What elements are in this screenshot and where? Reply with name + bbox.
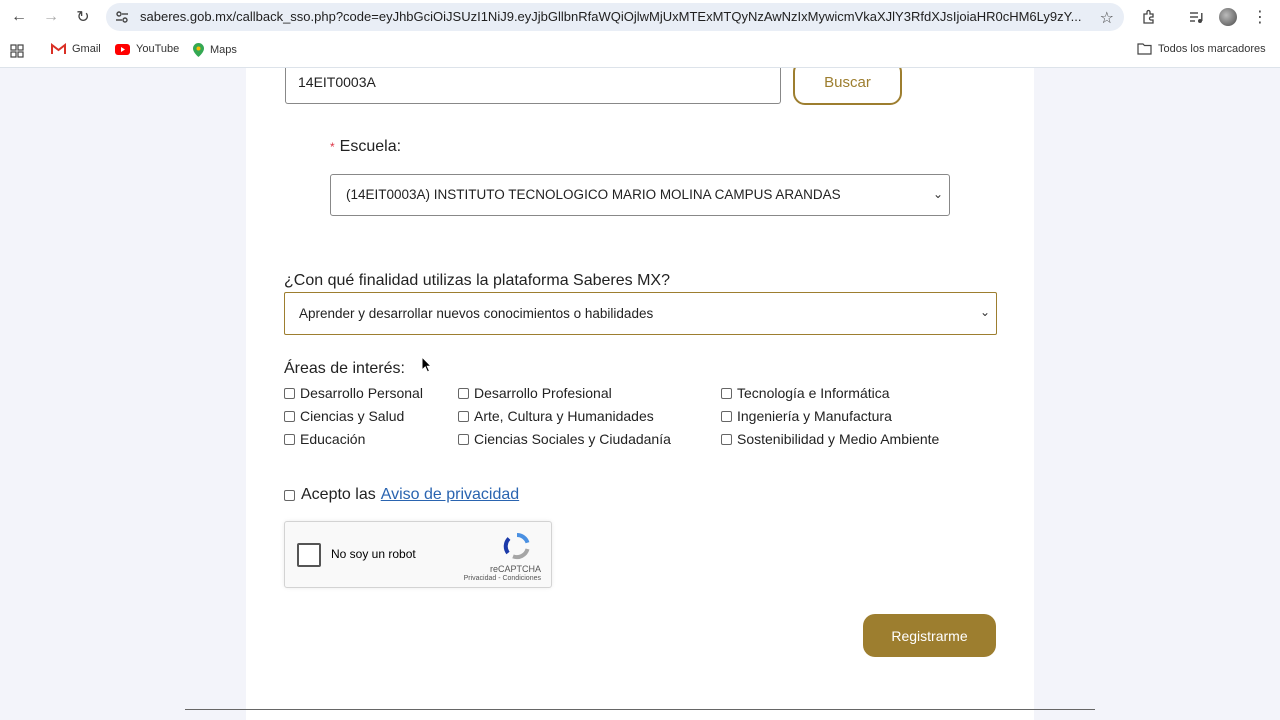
search-button[interactable]: Buscar bbox=[793, 68, 902, 105]
area-checkbox-ciencias-salud[interactable]: Ciencias y Salud bbox=[284, 408, 404, 424]
area-checkbox-desarrollo-profesional[interactable]: Desarrollo Profesional bbox=[458, 385, 612, 401]
area-label: Ciencias y Salud bbox=[300, 408, 405, 424]
privacy-prefix: Acepto las bbox=[301, 486, 376, 503]
area-label: Sostenibilidad y Medio Ambiente bbox=[737, 431, 940, 447]
bookmark-label: Maps bbox=[210, 44, 237, 56]
chevron-down-icon: ⌄ bbox=[979, 305, 990, 319]
checkbox[interactable] bbox=[721, 433, 732, 445]
bookmark-gmail[interactable]: Gmail bbox=[51, 43, 101, 55]
area-label: Desarrollo Profesional bbox=[474, 385, 612, 401]
bookmark-star-icon[interactable]: ☆ bbox=[1100, 8, 1114, 28]
area-label: Educación bbox=[300, 431, 366, 447]
privacy-consent: Acepto las Aviso de privacidad bbox=[284, 486, 519, 504]
school-select-value: (14EIT0003A) INSTITUTO TECNOLOGICO MARIO… bbox=[346, 187, 841, 202]
area-label: Ingeniería y Manufactura bbox=[737, 408, 892, 424]
page-viewport: 14EIT0003A Buscar * Escuela: (14EIT0003A)… bbox=[0, 68, 1280, 720]
registration-form: 14EIT0003A Buscar * Escuela: (14EIT0003A)… bbox=[246, 68, 1034, 720]
checkbox[interactable] bbox=[284, 433, 295, 445]
bookmark-maps[interactable]: Maps bbox=[193, 43, 237, 57]
bookmarks-bar: Gmail YouTube Maps Todos los marcadores bbox=[0, 34, 1280, 68]
area-checkbox-tecnologia[interactable]: Tecnología e Informática bbox=[721, 385, 890, 401]
area-checkbox-ingenieria[interactable]: Ingeniería y Manufactura bbox=[721, 408, 892, 424]
area-checkbox-arte-cultura[interactable]: Arte, Cultura y Humanidades bbox=[458, 408, 654, 424]
recaptcha-label: No soy un robot bbox=[331, 547, 416, 561]
checkbox[interactable] bbox=[284, 410, 295, 422]
back-arrow-icon[interactable]: ← bbox=[7, 6, 31, 28]
bookmark-label: YouTube bbox=[136, 43, 180, 55]
area-checkbox-desarrollo-personal[interactable]: Desarrollo Personal bbox=[284, 385, 423, 401]
school-select[interactable]: (14EIT0003A) INSTITUTO TECNOLOGICO MARIO… bbox=[330, 174, 950, 216]
chevron-down-icon: ⌄ bbox=[932, 187, 943, 201]
reload-icon[interactable]: ↻ bbox=[71, 6, 95, 28]
area-checkbox-sostenibilidad[interactable]: Sostenibilidad y Medio Ambiente bbox=[721, 431, 939, 447]
school-label-text: Escuela: bbox=[339, 138, 402, 155]
area-label: Desarrollo Personal bbox=[300, 385, 423, 401]
bookmark-youtube[interactable]: YouTube bbox=[115, 43, 179, 55]
recaptcha-logo-icon bbox=[503, 533, 530, 560]
all-bookmarks-label: Todos los marcadores bbox=[1158, 43, 1266, 55]
checkbox[interactable] bbox=[458, 387, 469, 399]
media-controls-icon[interactable] bbox=[1186, 6, 1206, 28]
recaptcha-checkbox[interactable] bbox=[297, 543, 321, 567]
area-label: Ciencias Sociales y Ciudadanía bbox=[474, 431, 671, 447]
mouse-cursor-icon bbox=[421, 356, 433, 373]
area-label: Tecnología e Informática bbox=[737, 385, 890, 401]
checkbox[interactable] bbox=[721, 387, 732, 399]
register-button[interactable]: Registrarme bbox=[863, 614, 996, 657]
extensions-icon[interactable] bbox=[1139, 6, 1159, 28]
youtube-icon bbox=[115, 43, 130, 55]
purpose-select[interactable]: Aprender y desarrollar nuevos conocimien… bbox=[284, 292, 997, 335]
area-label: Arte, Cultura y Humanidades bbox=[474, 408, 654, 424]
more-menu-icon[interactable]: ⋮ bbox=[1250, 6, 1270, 28]
apps-grid-icon[interactable] bbox=[10, 44, 24, 58]
interest-areas-label: Áreas de interés: bbox=[284, 360, 405, 377]
purpose-select-value: Aprender y desarrollar nuevos conocimien… bbox=[299, 306, 654, 321]
address-bar[interactable]: saberes.gob.mx/callback_sso.php?code=eyJ… bbox=[106, 3, 1124, 31]
bookmark-label: Gmail bbox=[72, 43, 101, 55]
purpose-label: ¿Con qué finalidad utilizas la plataform… bbox=[284, 272, 670, 289]
footer-divider bbox=[185, 709, 1095, 710]
checkbox[interactable] bbox=[458, 410, 469, 422]
checkbox[interactable] bbox=[458, 433, 469, 445]
checkbox[interactable] bbox=[721, 410, 732, 422]
privacy-notice-link[interactable]: Aviso de privacidad bbox=[381, 486, 519, 504]
required-marker: * bbox=[330, 140, 335, 154]
area-checkbox-ciencias-sociales[interactable]: Ciencias Sociales y Ciudadanía bbox=[458, 431, 671, 447]
site-settings-icon[interactable] bbox=[114, 9, 130, 25]
url-text[interactable]: saberes.gob.mx/callback_sso.php?code=eyJ… bbox=[140, 9, 1085, 24]
folder-icon bbox=[1137, 43, 1152, 55]
area-checkbox-educacion[interactable]: Educación bbox=[284, 431, 365, 447]
checkbox[interactable] bbox=[284, 387, 295, 399]
school-label: * Escuela: bbox=[330, 138, 401, 156]
profile-avatar[interactable] bbox=[1219, 8, 1237, 26]
gmail-icon bbox=[51, 43, 66, 55]
maps-pin-icon bbox=[193, 43, 204, 57]
forward-arrow-icon[interactable]: → bbox=[39, 6, 63, 28]
recaptcha-links[interactable]: Privacidad - Condiciones bbox=[464, 575, 541, 582]
recaptcha-widget: No soy un robot reCAPTCHA Privacidad - C… bbox=[284, 521, 552, 588]
recaptcha-brand: reCAPTCHA bbox=[489, 564, 541, 574]
browser-toolbar: ← → ↻ saberes.gob.mx/callback_sso.php?co… bbox=[0, 0, 1280, 34]
all-bookmarks[interactable]: Todos los marcadores bbox=[1137, 43, 1266, 55]
school-key-input[interactable]: 14EIT0003A bbox=[285, 68, 781, 104]
privacy-checkbox[interactable] bbox=[284, 489, 295, 501]
